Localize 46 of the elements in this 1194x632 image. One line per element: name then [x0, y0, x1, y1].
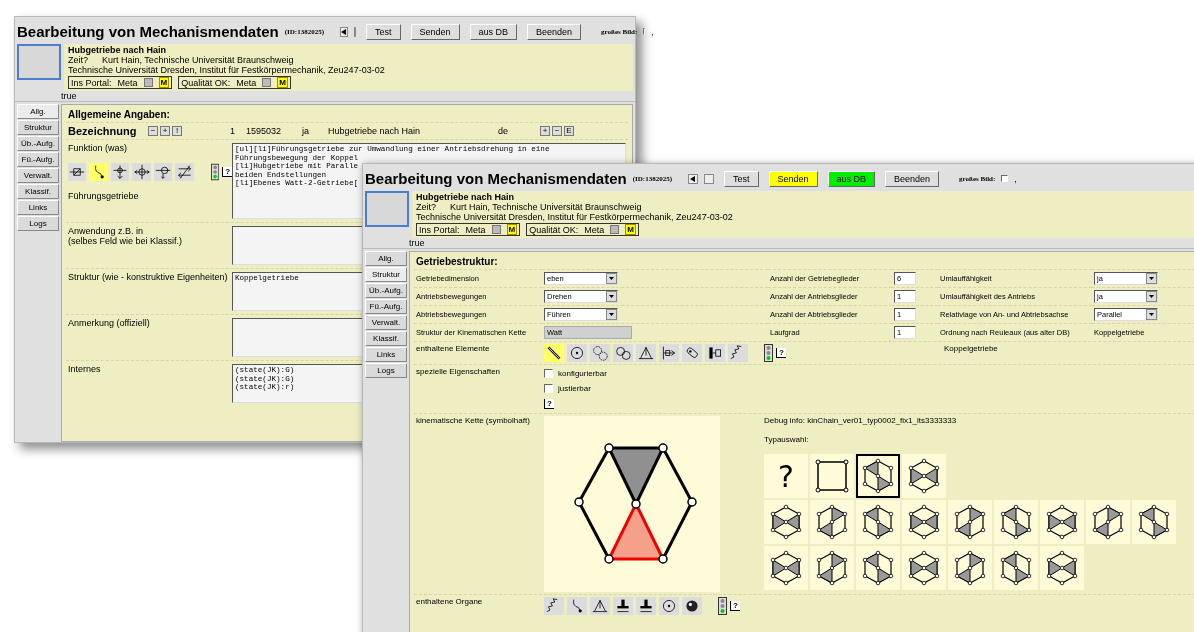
flag-value: Meta — [236, 77, 257, 88]
option-label: konfigurierbar — [558, 369, 607, 378]
flag-label: Qualität OK: — [529, 224, 579, 235]
field-label: Funktion (was) — [68, 143, 129, 153]
field-label: kinematische Kette (symbolhaft) — [416, 416, 531, 427]
window-title: Bearbeitung von Mechanismendaten — [365, 170, 627, 187]
table-cell-text: 1595032 — [246, 126, 283, 136]
separator-text: , — [651, 26, 654, 37]
flag-label: Qualität OK: — [181, 77, 231, 88]
status-text: true — [409, 238, 426, 248]
table-cell-text: 1 — [230, 126, 236, 136]
field-label: Internes — [68, 364, 102, 374]
table-cell-text: Hubgetriebe nach Hain — [328, 126, 422, 136]
source-text: Technische Universität Dresden, Institut für Festkörpermechanik, Zeu247-03-02 — [68, 65, 386, 75]
table-cell-text: ja — [302, 126, 310, 136]
flag-label: Ins Portal: — [419, 224, 460, 235]
separator-text: , — [1014, 173, 1017, 184]
flag-value: Meta — [584, 224, 605, 235]
record-name: Hubgetriebe nach Hain — [416, 192, 515, 202]
table-cell-text: de — [498, 126, 509, 136]
field-label: Struktur (wie - konstruktive Eigenheiten) — [68, 272, 229, 282]
author-text: Kurt Hain, Technische Universität Braunschweig — [450, 202, 642, 212]
window-title: Bearbeitung von Mechanismendaten — [17, 23, 279, 40]
field-label: Anwendung z.B. in — [68, 226, 145, 236]
record-name: Hubgetriebe nach Hain — [68, 45, 167, 55]
source-text: Technische Universität Dresden, Institut für Festkörpermechanik, Zeu247-03-02 — [416, 212, 734, 222]
option-label: justierbar — [558, 384, 591, 393]
section-title: Allgemeine Angaben: — [67, 109, 171, 122]
debug-text: Debug info: kinChain_ver01_typ0002_fix1_lts3333333 — [764, 416, 958, 425]
value-text: Koppelgetriebe — [944, 344, 998, 353]
flag-value: Meta — [465, 224, 486, 235]
author-text: Kurt Hain, Technische Universität Braunschweig — [102, 55, 294, 65]
field-label: Anmerkung (offiziell) — [68, 318, 151, 328]
section-title: Getriebestruktur: — [415, 256, 499, 269]
type-label: Typauswahl: — [764, 435, 810, 444]
flag-value: Meta — [117, 77, 138, 88]
status-text: true — [61, 91, 78, 101]
field-label: enthaltene Organe — [416, 597, 484, 608]
flag-label: Ins Portal: — [71, 77, 112, 88]
function-caption: Führungsgetriebe — [68, 191, 140, 201]
field-label: enthaltene Elemente — [416, 344, 491, 355]
field-label: spezielle Eigenschaften — [416, 367, 502, 378]
field-label: (selbes Feld wie bei Klassif.) — [68, 236, 184, 246]
time-label: Zeit? — [68, 55, 88, 65]
time-label: Zeit? — [416, 202, 436, 212]
designation-label: Bezeichnung — [68, 125, 138, 137]
